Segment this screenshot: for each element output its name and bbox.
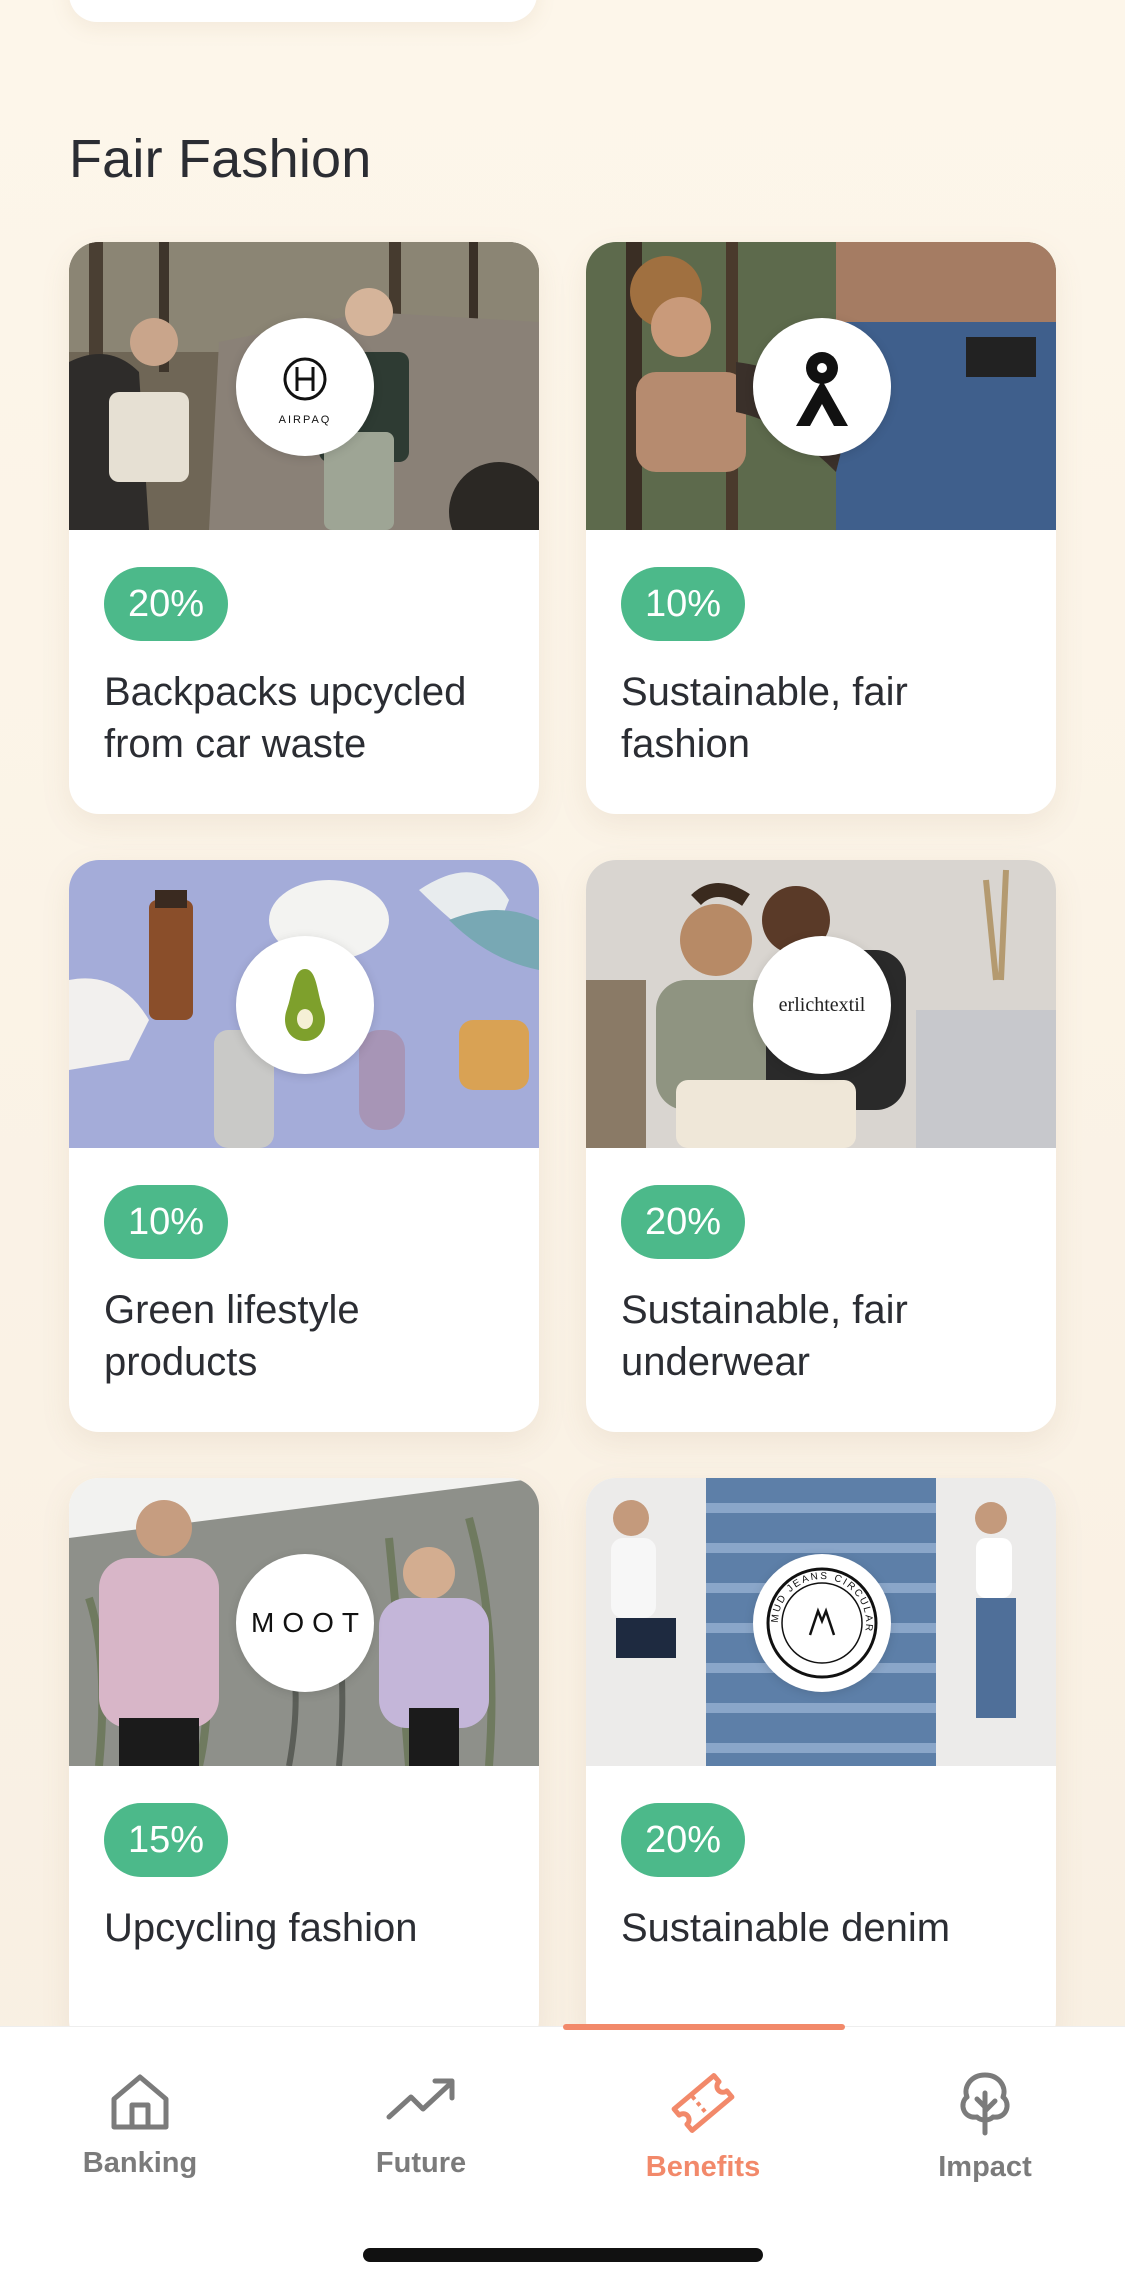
previous-section-card[interactable] <box>69 0 537 22</box>
card-image: MUD JEANS CIRCULAR <box>586 1478 1056 1766</box>
benefit-description: Upcycling fashion <box>104 1906 418 1950</box>
keyhole-logo-icon <box>796 352 848 426</box>
benefit-card-airpaq[interactable]: AIRPAQ 20% Backpacks upcycled from car w… <box>69 242 539 814</box>
avocado-logo-icon <box>285 969 325 1041</box>
home-indicator[interactable] <box>363 2248 763 2262</box>
card-image: erlichtextil <box>586 860 1056 1148</box>
moot-logo: MOOT <box>236 1554 374 1692</box>
home-icon <box>111 2074 169 2130</box>
bottom-tab-bar: Banking Future Benefits Impact <box>0 2024 1125 2284</box>
active-tab-indicator <box>563 2024 845 2030</box>
tab-impact[interactable]: Impact <box>885 2069 1085 2219</box>
benefit-card-moot[interactable]: MOOT 15% Upcycling fashion <box>69 1478 539 2050</box>
benefit-description: Sustainable, fair underwear <box>621 1288 908 1384</box>
benefit-card-fair-fashion[interactable]: 10% Sustainable, fair fashion <box>586 242 1056 814</box>
card-image: MOOT <box>69 1478 539 1766</box>
section-title: Fair Fashion <box>69 129 372 189</box>
mud-jeans-logo: MUD JEANS CIRCULAR <box>753 1554 891 1692</box>
card-image <box>586 242 1056 530</box>
card-image: AIRPAQ <box>69 242 539 530</box>
tab-benefits[interactable]: Benefits <box>603 2069 803 2219</box>
benefits-screen: Fair Fashion AIRPAQ 20% Backpacks upcycl… <box>0 0 1125 2284</box>
benefit-card-underwear[interactable]: erlichtextil 20% Sustainable, fair under… <box>586 860 1056 1432</box>
svg-text:AIRPAQ: AIRPAQ <box>279 414 332 426</box>
tree-icon <box>960 2072 1010 2136</box>
erlichtextil-logo: erlichtextil <box>753 936 891 1074</box>
tab-banking[interactable]: Banking <box>40 2069 240 2219</box>
airpaq-logo: AIRPAQ <box>236 318 374 456</box>
discount-badge: 15% <box>104 1803 229 1877</box>
discount-badge: 10% <box>621 567 746 641</box>
brand-logo <box>753 318 891 456</box>
tab-future[interactable]: Future <box>321 2069 521 2219</box>
card-image <box>69 860 539 1148</box>
discount-badge: 20% <box>621 1185 746 1259</box>
brand-logo <box>236 936 374 1074</box>
benefit-card-green-lifestyle[interactable]: 10% Green lifestyle products <box>69 860 539 1432</box>
discount-badge: 20% <box>621 1803 746 1877</box>
tab-label: Impact <box>938 2151 1032 2183</box>
tab-label: Benefits <box>645 2151 761 2183</box>
benefit-card-mud-jeans[interactable]: MUD JEANS CIRCULAR 20% Sustainable denim <box>586 1478 1056 2050</box>
tab-label: Banking <box>82 2147 198 2179</box>
airpaq-logo-icon: AIRPAQ <box>279 357 332 426</box>
ticket-icon <box>671 2073 735 2133</box>
tab-label: Future <box>375 2147 467 2179</box>
benefit-description: Sustainable, fair fashion <box>621 670 908 766</box>
mud-jeans-logo-icon: MUD JEANS CIRCULAR <box>766 1567 878 1679</box>
discount-badge: 10% <box>104 1185 229 1259</box>
benefit-description: Backpacks upcycled from car waste <box>104 670 467 766</box>
discount-badge: 20% <box>104 567 229 641</box>
trend-up-icon <box>386 2078 455 2120</box>
benefit-description: Green lifestyle products <box>104 1288 360 1384</box>
benefit-description: Sustainable denim <box>621 1906 951 1950</box>
